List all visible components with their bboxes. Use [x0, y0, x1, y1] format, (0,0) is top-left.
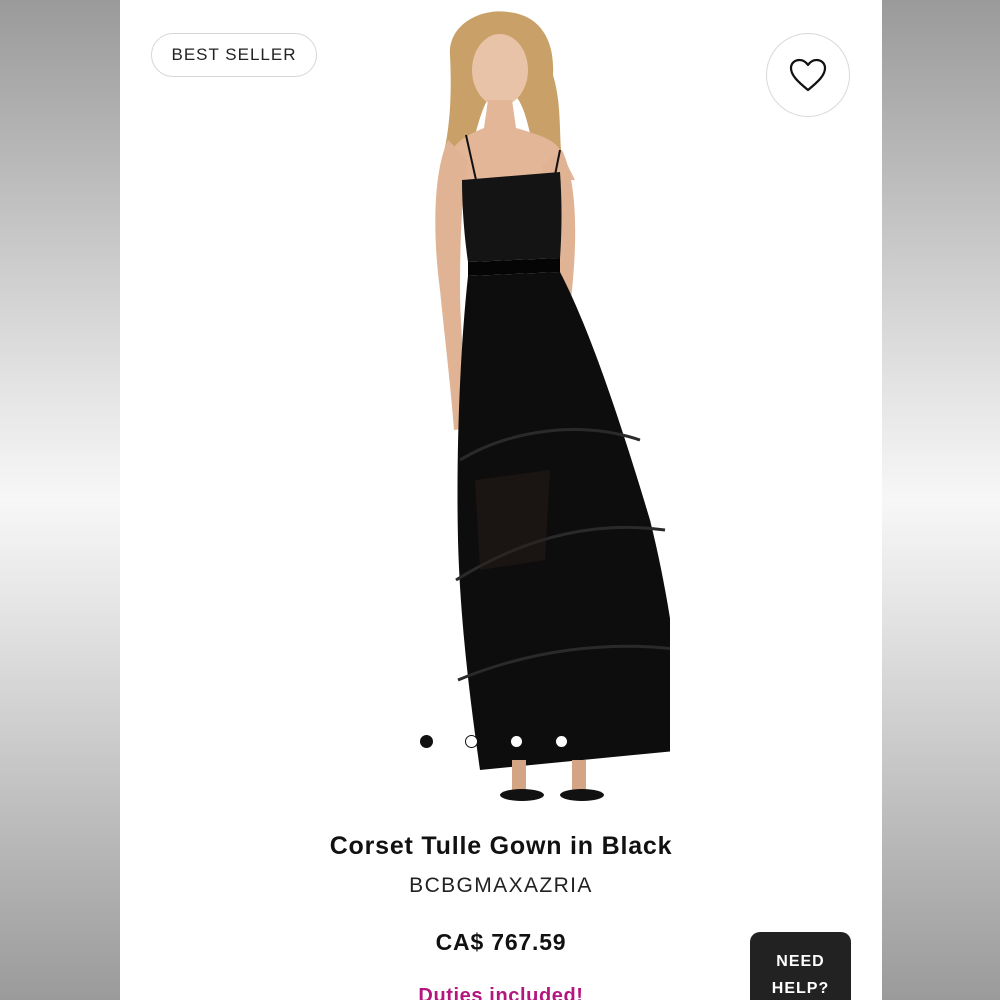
best-seller-badge: BEST SELLER: [151, 33, 317, 77]
gallery-dot-3[interactable]: [510, 735, 523, 748]
gallery-dot-1[interactable]: [420, 735, 433, 748]
gallery-pagination: [420, 735, 568, 748]
background-right: [880, 0, 1000, 1000]
gallery-dot-2[interactable]: [465, 735, 478, 748]
gallery-dot-4[interactable]: [555, 735, 568, 748]
heart-icon: [789, 58, 827, 92]
product-brand[interactable]: BCBGMAXAZRIA: [120, 874, 882, 898]
product-title: Corset Tulle Gown in Black: [329, 832, 673, 860]
product-image[interactable]: [350, 0, 670, 820]
wishlist-button[interactable]: [766, 33, 850, 117]
need-help-button[interactable]: NEED HELP?: [750, 932, 851, 1000]
need-help-line1: NEED: [776, 953, 825, 970]
background-left: [0, 0, 120, 1000]
product-card: BEST SELLER Corset Tulle Gown in Black B…: [120, 0, 882, 1000]
need-help-line2: HELP?: [771, 980, 830, 997]
